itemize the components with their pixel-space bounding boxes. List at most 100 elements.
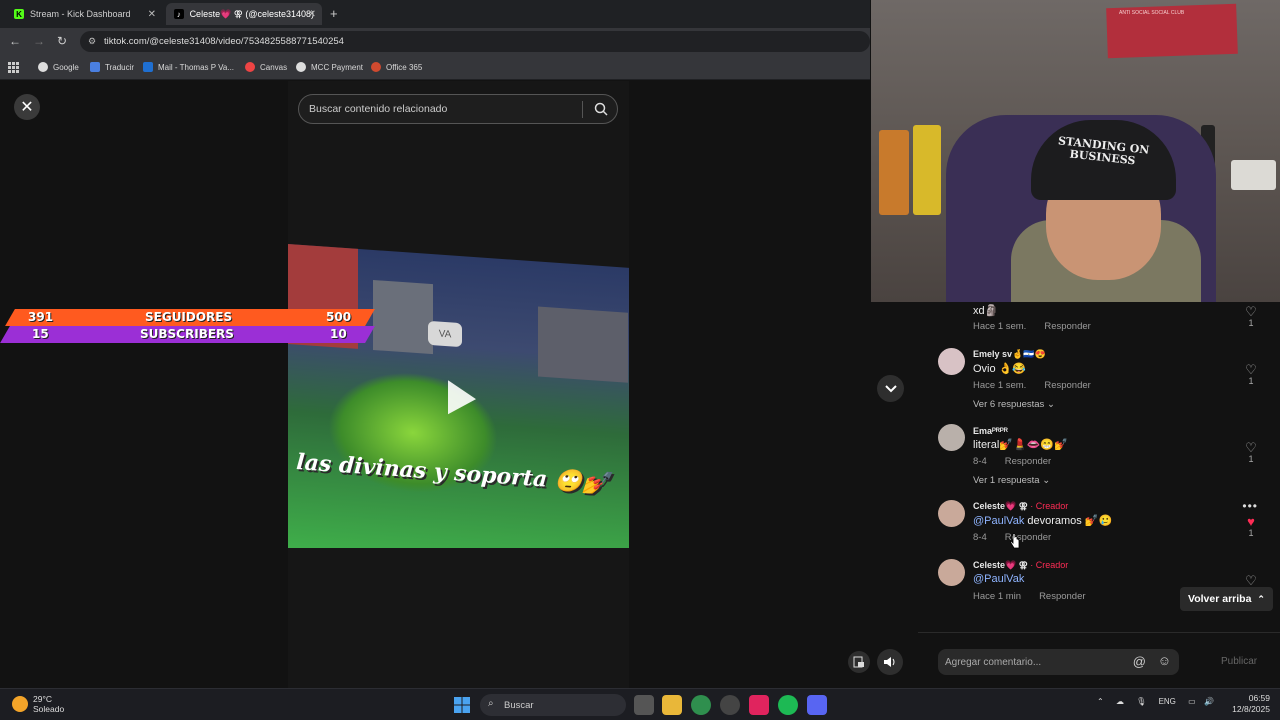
tab-kick-dashboard[interactable]: K Stream - Kick Dashboard ✕ (6, 3, 162, 25)
clock[interactable]: 06:59 12/8/2025 (1226, 693, 1270, 715)
comment-meta: 8-4 Responder (973, 532, 1069, 543)
url-field[interactable]: ⚙ tiktok.com/@celeste31408/video/7534825… (80, 31, 870, 52)
bookmark-google[interactable]: Google (38, 62, 79, 72)
publish-button[interactable]: Publicar (1221, 656, 1257, 667)
close-tab-icon[interactable]: ✕ (308, 9, 316, 20)
comment-input[interactable]: Agregar comentario... @ ☺ (938, 649, 1179, 675)
obs-icon[interactable] (720, 695, 740, 715)
avatar[interactable] (938, 348, 965, 375)
search-icon: ⌕ (488, 698, 494, 709)
creator-badge: · Creador (1030, 560, 1069, 570)
speech-bubble: VA (428, 320, 462, 348)
discord-icon[interactable] (807, 695, 827, 715)
clock-time: 06:59 (1248, 693, 1270, 703)
reload-icon[interactable]: ↻ (57, 34, 67, 48)
close-viewer-button[interactable]: ✕ (14, 94, 40, 120)
microphone-icon[interactable]: 🎙 (1136, 697, 1146, 706)
heart-icon: ♡ (1245, 440, 1257, 455)
tab-label: Celeste💗 ⚢ (@celeste31408) (189, 8, 314, 19)
cloud-icon[interactable]: ☁ (1116, 697, 1124, 706)
more-options-icon[interactable]: ••• (1242, 499, 1258, 513)
video-thumbnail: VA (288, 244, 629, 548)
language-indicator[interactable]: ENG (1159, 697, 1176, 706)
video-viewer: ✕ Buscar contenido relacionado VA las di… (0, 81, 918, 688)
comment-author[interactable]: Emely sv🤞🇸🇻😍 (973, 349, 1046, 360)
chevron-up-icon[interactable]: ⌃ (1097, 697, 1104, 706)
subs-label: SUBSCRIBERS (140, 327, 234, 341)
close-tab-icon[interactable]: ✕ (148, 9, 156, 20)
back-to-top-button[interactable]: Volver arriba ⌃ (1180, 587, 1273, 611)
toy-figure (913, 125, 941, 215)
reply-button[interactable]: Responder (1005, 456, 1051, 467)
reply-button[interactable]: Responder (1039, 591, 1085, 602)
new-tab-button[interactable]: + (330, 6, 338, 21)
bookmark-mail[interactable]: Mail - Thomas P Va... (143, 62, 234, 72)
comment-body: devoramos 💅🥲 (1024, 515, 1113, 527)
followers-label: SEGUIDORES (145, 310, 233, 324)
comment-meta: Hace 1 sem. Responder (973, 321, 1109, 332)
view-replies-button[interactable]: Ver 1 respuesta ⌄ (973, 475, 1050, 486)
tiktok-app-icon[interactable] (749, 695, 769, 715)
next-video-button[interactable] (877, 375, 904, 402)
mention-icon[interactable]: @ (1133, 654, 1146, 669)
like-button[interactable]: ♡ 1 (1244, 441, 1258, 464)
bookmark-traducir[interactable]: Traducir (90, 62, 134, 72)
volume-button[interactable] (877, 649, 903, 675)
file-explorer-icon[interactable] (662, 695, 682, 715)
bookmark-office365[interactable]: Office 365 (371, 62, 422, 72)
like-button[interactable]: ♥ 1 (1244, 515, 1258, 538)
bookmark-canvas[interactable]: Canvas (245, 62, 287, 72)
comment-text: @PaulVak devoramos 💅🥲 (973, 514, 1112, 527)
sun-weather-icon[interactable] (12, 696, 28, 712)
like-button[interactable]: ♡ 1 (1244, 305, 1258, 328)
spotify-icon[interactable] (778, 695, 798, 715)
avatar[interactable] (938, 559, 965, 586)
heart-icon: ♡ (1245, 304, 1257, 319)
play-icon[interactable] (444, 377, 480, 425)
bookmark-label: Mail - Thomas P Va... (158, 62, 235, 72)
taskbar-search[interactable]: ⌕ Buscar (480, 694, 626, 716)
mini-player-button[interactable] (848, 651, 870, 673)
site-info-icon[interactable]: ⚙ (88, 36, 96, 47)
back-icon[interactable]: ← (9, 34, 21, 48)
tiktok-icon: ♪ (174, 9, 184, 19)
office-icon (371, 62, 381, 72)
emoji-icon[interactable]: ☺ (1158, 653, 1171, 668)
comment-author[interactable]: Celeste💗 ⚢ · Creador (973, 560, 1068, 571)
clock-date: 12/8/2025 (1232, 704, 1270, 714)
avatar[interactable] (938, 424, 965, 451)
related-search-input[interactable]: Buscar contenido relacionado (298, 94, 618, 124)
subscribers-goal-bar: 15 SUBSCRIBERS 10 (0, 326, 380, 343)
comment-text: @PaulVak (973, 573, 1024, 585)
chevron-down-icon: ⌄ (1042, 475, 1051, 486)
bookmark-mcc-payment[interactable]: MCC Payment (296, 62, 363, 72)
like-button[interactable]: ♡ 1 (1244, 363, 1258, 386)
mention-link[interactable]: @PaulVak (973, 515, 1024, 527)
globe-icon (38, 62, 48, 72)
view-replies-button[interactable]: Ver 6 respuestas ⌄ (973, 399, 1055, 410)
windows-start-icon[interactable] (454, 697, 470, 718)
weather-widget[interactable]: 29°C Soleado (33, 694, 64, 714)
view-replies-label: Ver 1 respuesta (973, 475, 1040, 486)
search-icon[interactable] (594, 102, 608, 119)
speaker-icon[interactable]: 🔊 (1204, 697, 1214, 706)
reply-button[interactable]: Responder (1044, 321, 1090, 332)
reply-button[interactable]: Responder (1044, 380, 1090, 391)
video-player[interactable]: VA las divinas y soporta 🙄💅 (288, 244, 629, 548)
comment-author[interactable]: Emaᴾᴿᴾᴿ (973, 426, 1008, 436)
building (373, 279, 433, 355)
comment-author[interactable]: Celeste💗 ⚢ · Creador (973, 501, 1068, 512)
network-icon[interactable]: ▭ (1188, 697, 1196, 706)
like-button[interactable]: ♡ (1244, 574, 1258, 587)
mcc-icon (296, 62, 306, 72)
mention-link[interactable]: @PaulVak (973, 573, 1024, 585)
tab-tiktok[interactable]: ♪ Celeste💗 ⚢ (@celeste31408) ✕ (166, 3, 322, 25)
forward-icon[interactable]: → (33, 34, 45, 48)
apps-icon[interactable] (8, 62, 19, 73)
bookmark-label: Canvas (260, 62, 288, 72)
task-view-icon[interactable] (634, 695, 654, 715)
avatar[interactable] (938, 500, 965, 527)
comment-text: Ovio 👌😂 (973, 363, 1027, 375)
tab-label: Stream - Kick Dashboard (30, 9, 131, 19)
chrome-icon[interactable] (691, 695, 711, 715)
